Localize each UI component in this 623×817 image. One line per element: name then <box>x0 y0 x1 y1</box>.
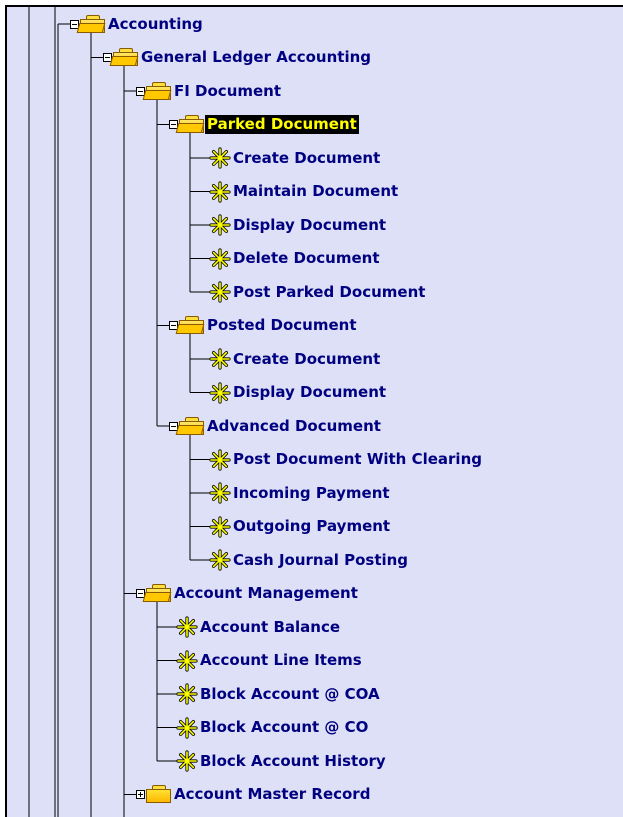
tree-node-label[interactable]: General Ledger Accounting <box>139 48 373 67</box>
tree-node-label[interactable]: FI Document <box>172 82 283 101</box>
tree-transaction-node[interactable]: Create Document <box>209 348 382 370</box>
tree-node-label[interactable]: Display Document <box>231 383 388 402</box>
tree-node-label[interactable]: Create Document <box>231 350 382 369</box>
tree-transaction-node[interactable]: Create Document <box>209 147 382 169</box>
tree-node-label[interactable]: Account Balance <box>198 618 342 637</box>
open-folder-icon <box>109 48 139 67</box>
tree-node-label[interactable]: Incoming Payment <box>231 484 392 503</box>
tree-node-label[interactable]: Block Account @ CO <box>198 718 370 737</box>
transaction-star-icon <box>176 716 198 739</box>
tree-node-label[interactable]: Display Document <box>231 216 388 235</box>
tree-node-label[interactable]: Block Account History <box>198 752 388 771</box>
tree-transaction-node[interactable]: Account Line Items <box>176 649 364 672</box>
tree-transaction-node[interactable]: Block Account @ COA <box>176 683 382 705</box>
open-folder-icon <box>76 14 106 34</box>
tree-folder-node[interactable]: Account Master Record <box>136 784 372 806</box>
tree-node-label[interactable]: Outgoing Payment <box>231 517 392 536</box>
open-folder-icon <box>175 316 205 335</box>
tree-folder-node[interactable]: FI Document <box>136 80 283 102</box>
tree-transaction-node[interactable]: Block Account History <box>176 750 388 772</box>
transaction-star-icon <box>209 247 231 270</box>
open-folder-icon <box>142 81 172 101</box>
tree-node-label[interactable]: Post Document With Clearing <box>231 450 484 469</box>
transaction-star-icon <box>209 482 231 504</box>
tree-transaction-node[interactable]: Post Document With Clearing <box>209 448 484 471</box>
tree-folder-node[interactable]: General Ledger Accounting <box>103 47 373 69</box>
tree-node-label[interactable]: Parked Document <box>205 115 359 134</box>
transaction-star-icon <box>209 448 231 471</box>
tree-transaction-node[interactable]: Cash Journal Posting <box>209 549 410 571</box>
tree-transaction-node[interactable]: Maintain Document <box>209 180 400 203</box>
tree-folder-node[interactable]: Parked Document <box>169 114 359 136</box>
transaction-star-icon <box>176 750 198 772</box>
tree-transaction-node[interactable]: Block Account @ CO <box>176 716 370 739</box>
tree-node-label[interactable]: Posted Document <box>205 316 359 335</box>
tree-folder-node[interactable]: Accounting <box>70 13 205 35</box>
tree-node-label[interactable]: Cash Journal Posting <box>231 551 410 570</box>
tree-folder-node[interactable]: Account Management <box>136 583 360 605</box>
transaction-star-icon <box>209 281 231 303</box>
tree-node-label[interactable]: Post Parked Document <box>231 283 427 302</box>
folder-icon <box>144 785 172 804</box>
tree-transaction-node[interactable]: Account Balance <box>176 616 342 638</box>
open-folder-icon <box>175 416 205 436</box>
open-folder-icon <box>142 584 172 603</box>
transaction-star-icon <box>209 381 231 404</box>
tree-transaction-node[interactable]: Outgoing Payment <box>209 515 392 538</box>
tree-node-label[interactable]: Block Account @ COA <box>198 685 382 704</box>
transaction-star-icon <box>176 616 198 638</box>
tree-node-label[interactable]: Account Master Record <box>172 785 372 804</box>
tree-node-label[interactable]: Delete Document <box>231 249 381 268</box>
tree-transaction-node[interactable]: Display Document <box>209 214 388 236</box>
transaction-star-icon <box>176 683 198 705</box>
open-folder-icon <box>175 115 205 134</box>
tree-transaction-node[interactable]: Incoming Payment <box>209 482 392 504</box>
tree-node-label[interactable]: Advanced Document <box>205 417 383 436</box>
tree-node-label[interactable]: Maintain Document <box>231 182 400 201</box>
transaction-star-icon <box>209 180 231 203</box>
transaction-star-icon <box>209 214 231 236</box>
tree-node-label[interactable]: Accounting <box>106 15 205 34</box>
tree-node-label[interactable]: Account Management <box>172 584 360 603</box>
tree-node-label[interactable]: Create Document <box>231 149 382 168</box>
tree-folder-node[interactable]: Posted Document <box>169 315 359 337</box>
navigation-tree-panel: Accounting General Ledger Accounting FI Do… <box>5 5 623 817</box>
tree-transaction-node[interactable]: Delete Document <box>209 247 381 270</box>
transaction-star-icon <box>209 348 231 370</box>
tree-node-label[interactable]: Account Line Items <box>198 651 364 670</box>
tree-folder-node[interactable]: Advanced Document <box>169 415 383 437</box>
transaction-star-icon <box>209 549 231 571</box>
tree-transaction-node[interactable]: Post Parked Document <box>209 281 427 303</box>
tree-transaction-node[interactable]: Display Document <box>209 381 388 404</box>
transaction-star-icon <box>176 649 198 672</box>
transaction-star-icon <box>209 147 231 169</box>
transaction-star-icon <box>209 515 231 538</box>
